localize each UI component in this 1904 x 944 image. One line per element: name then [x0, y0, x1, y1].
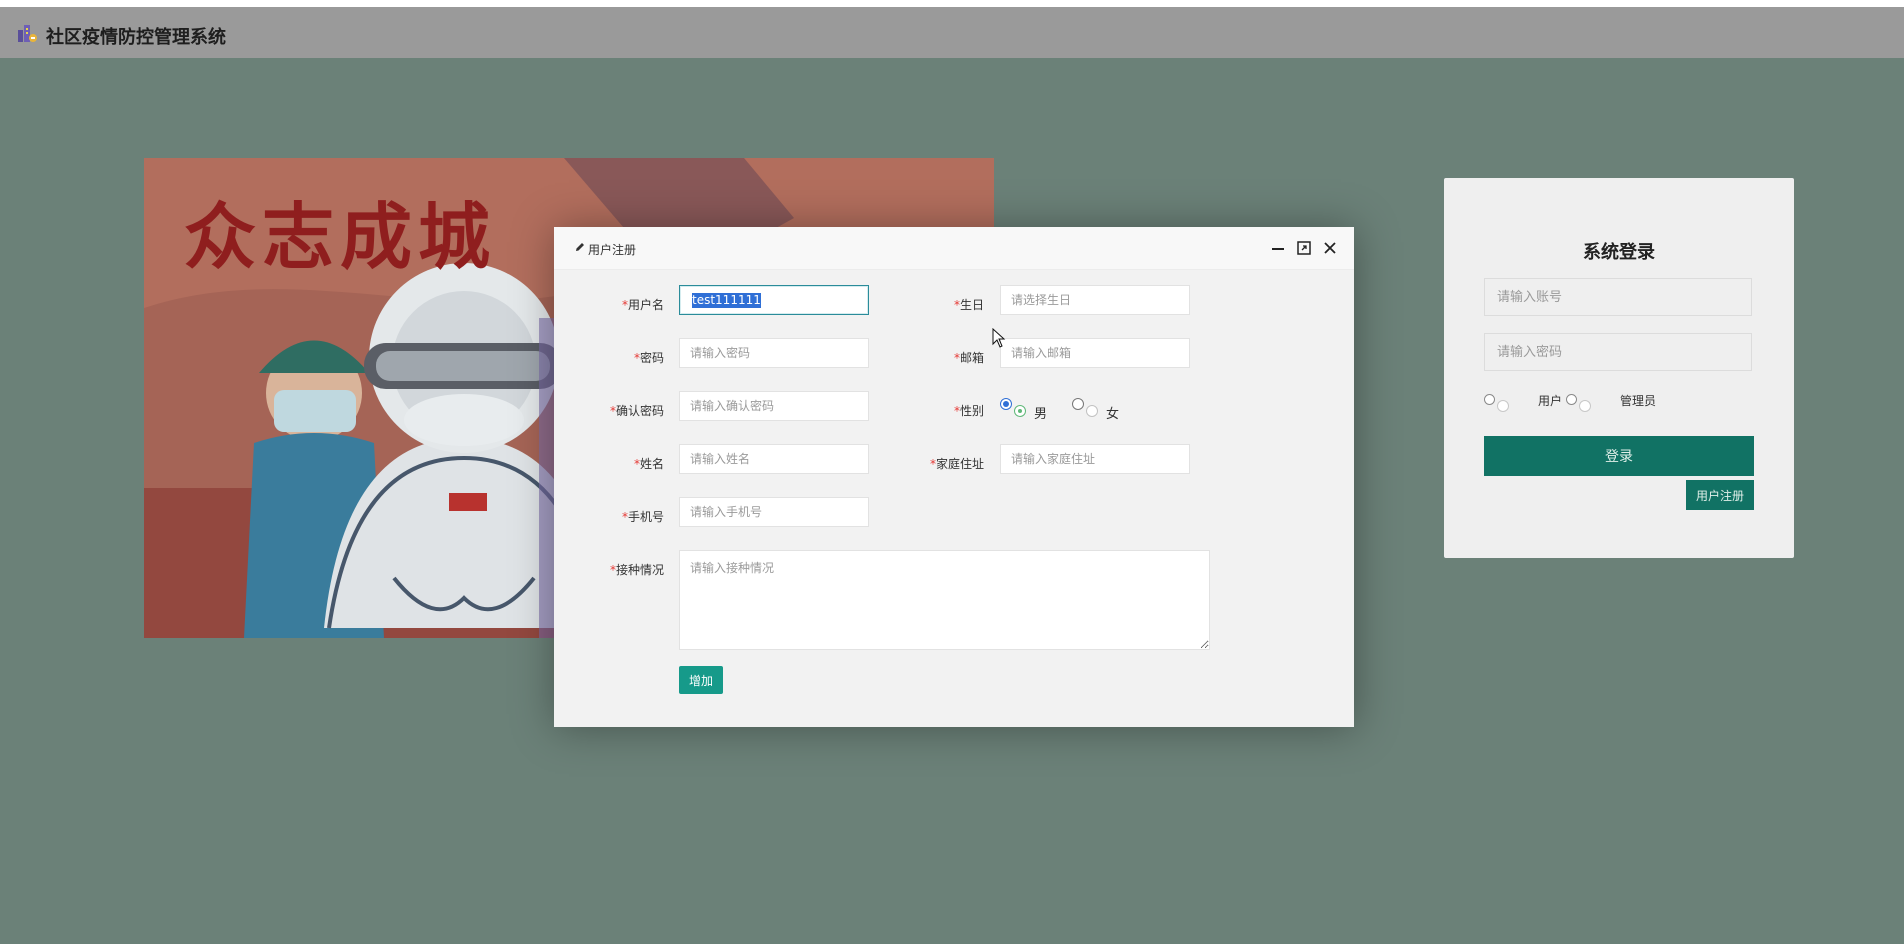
confirm-password-label: *确认密码	[609, 404, 664, 418]
name-input[interactable]	[679, 444, 869, 474]
account-input[interactable]	[1484, 278, 1752, 316]
address-input[interactable]	[1000, 444, 1190, 474]
mouse-cursor-icon	[992, 328, 1006, 348]
address-label: *家庭住址	[929, 457, 984, 471]
login-button[interactable]: 登录	[1484, 436, 1754, 476]
top-strip	[0, 0, 1904, 7]
username-value: test111111	[692, 293, 761, 308]
register-password-input[interactable]	[679, 338, 869, 368]
login-title: 系统登录	[1583, 242, 1655, 263]
username-input[interactable]: test111111	[679, 285, 869, 315]
app-header: 社区疫情防控管理系统	[0, 7, 1904, 58]
gender-female-radio-styled[interactable]	[1086, 405, 1098, 417]
dialog-title: 用户注册	[588, 243, 637, 257]
password-input[interactable]	[1484, 333, 1752, 371]
dialog-header: 用户注册	[554, 227, 1354, 270]
email-label: *邮箱	[953, 351, 984, 365]
gender-male-radio[interactable]	[1000, 398, 1012, 410]
role-admin-radio[interactable]	[1566, 394, 1577, 405]
password-label: *密码	[633, 351, 664, 365]
role-user-radio-styled[interactable]	[1497, 400, 1509, 412]
gender-female-radio[interactable]	[1072, 398, 1084, 410]
register-dialog: 用户注册 *用户名 test111111 *密码 *确认密码 *姓名 *手机号 …	[554, 227, 1354, 727]
login-panel: 系统登录 用户 管理员 登录 用户注册	[1444, 178, 1794, 558]
poster-slogan: 众志成城	[184, 194, 497, 279]
birthday-label: *生日	[953, 298, 984, 312]
name-label: *姓名	[633, 457, 664, 471]
gender-male-radio-styled[interactable]	[1014, 405, 1026, 417]
role-admin-label: 管理员	[1620, 394, 1657, 408]
gender-label: *性别	[953, 404, 984, 418]
close-icon[interactable]	[1322, 240, 1338, 256]
username-label: *用户名	[621, 298, 664, 312]
maximize-icon[interactable]	[1296, 240, 1312, 256]
role-user-label: 用户	[1538, 394, 1563, 408]
minimize-icon[interactable]	[1270, 240, 1286, 256]
pencil-icon	[576, 243, 584, 251]
phone-input[interactable]	[679, 497, 869, 527]
gender-male-label: 男	[1034, 407, 1048, 422]
confirm-password-input[interactable]	[679, 391, 869, 421]
birthday-input[interactable]	[1000, 285, 1190, 315]
email-input[interactable]	[1000, 338, 1190, 368]
register-button[interactable]: 用户注册	[1686, 480, 1754, 510]
gender-female-label: 女	[1106, 407, 1120, 422]
add-button[interactable]: 增加	[679, 666, 723, 694]
community-building-logo-icon	[18, 25, 37, 42]
role-admin-radio-styled[interactable]	[1579, 400, 1591, 412]
vaccination-textarea[interactable]	[679, 550, 1210, 650]
phone-label: *手机号	[621, 510, 664, 524]
vaccination-label: *接种情况	[609, 563, 664, 577]
app-title: 社区疫情防控管理系统	[46, 27, 226, 48]
role-user-radio[interactable]	[1484, 394, 1495, 405]
